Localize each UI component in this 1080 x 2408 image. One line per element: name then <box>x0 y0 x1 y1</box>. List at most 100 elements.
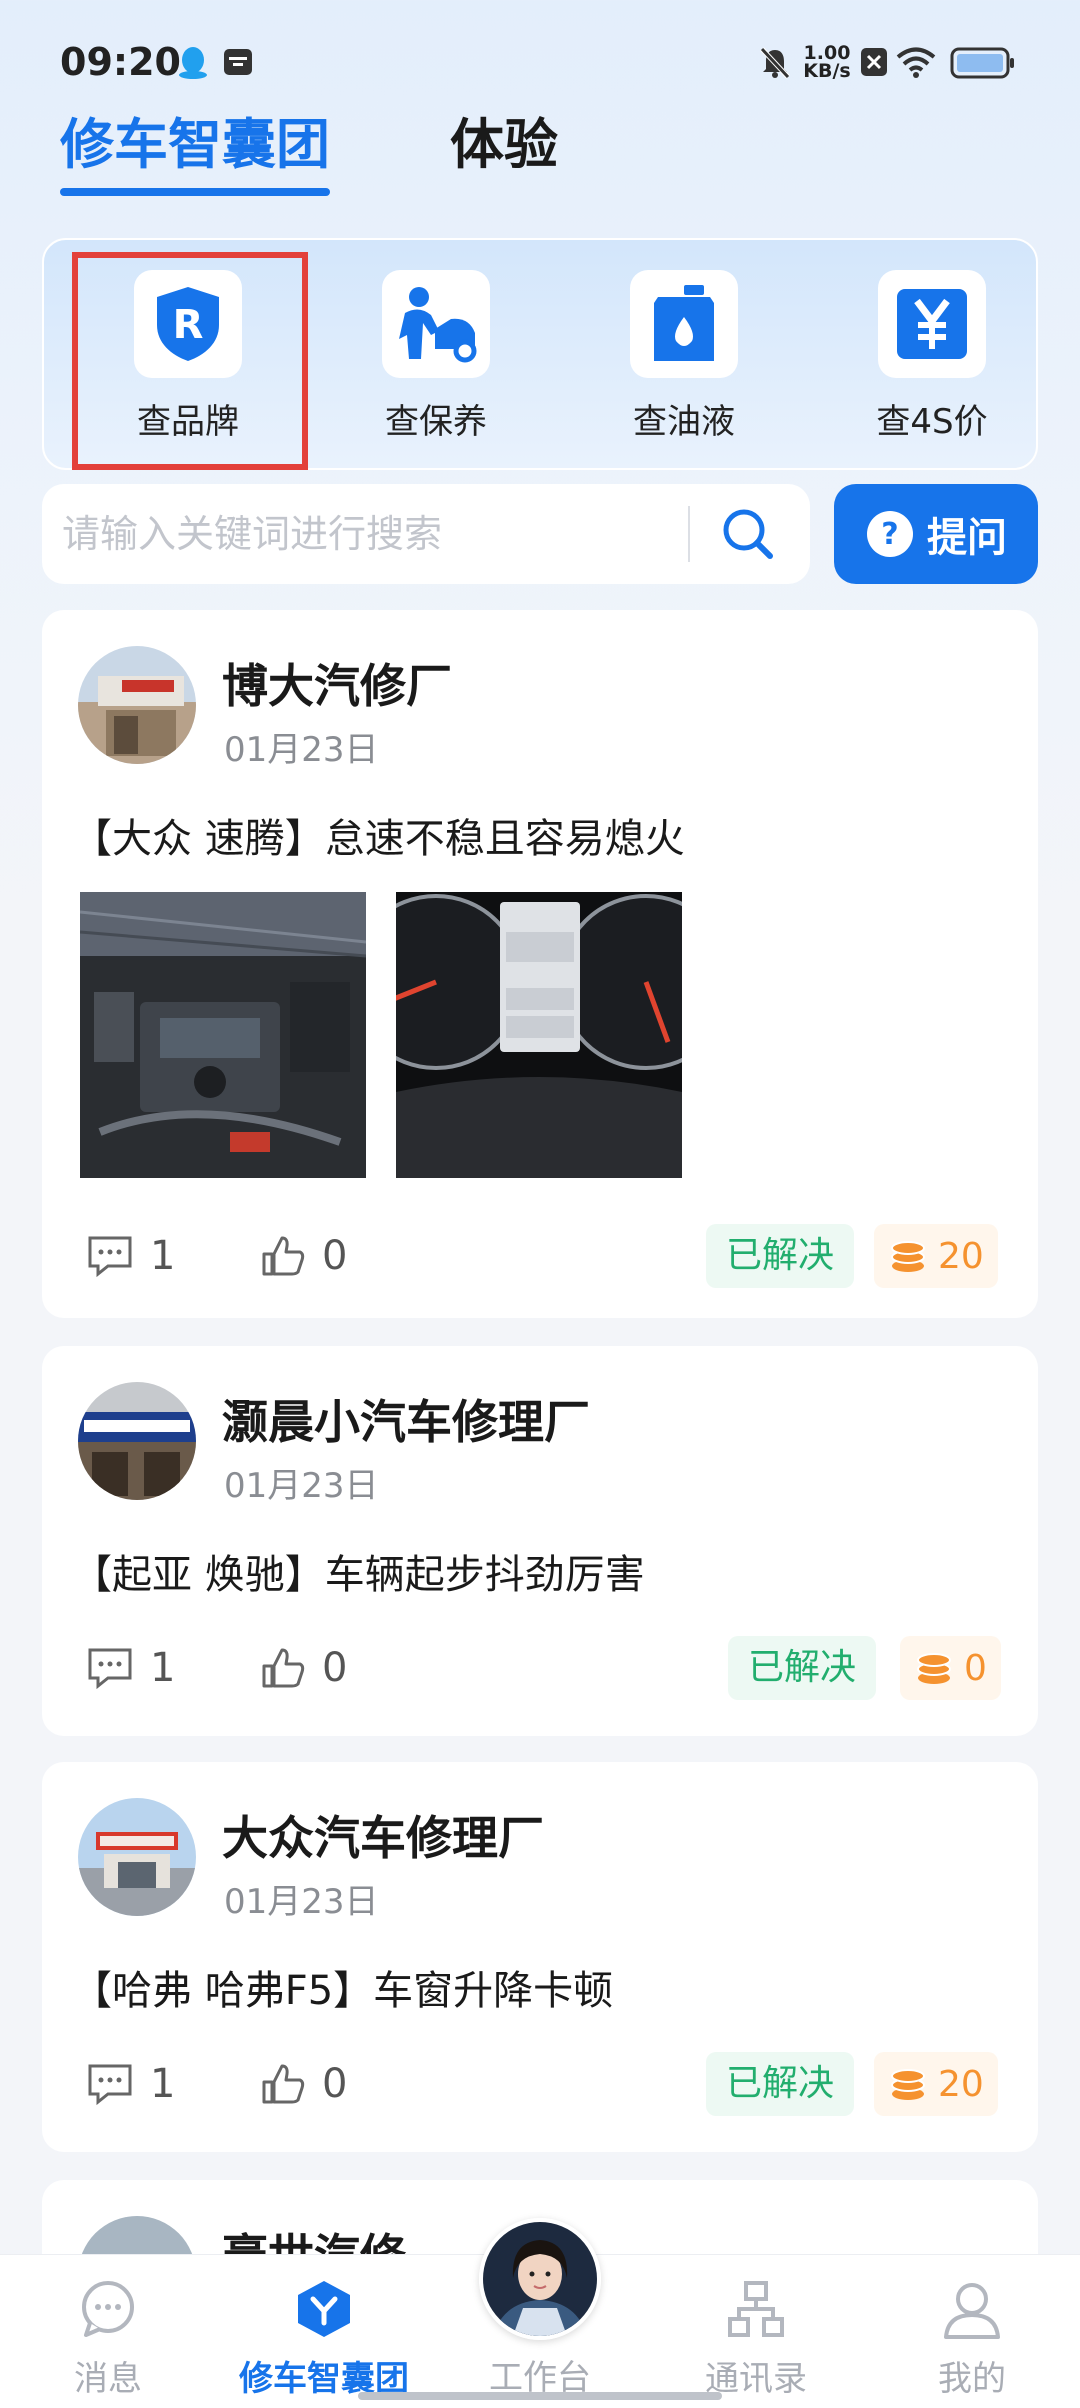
think-tank-icon <box>298 2281 350 2337</box>
quick-tool-maintenance[interactable]: 查保养 <box>356 270 516 450</box>
comment-count: 1 <box>150 1645 176 1691</box>
quick-tool-label: 查油液 <box>633 402 735 442</box>
shop-avatar <box>78 1798 196 1916</box>
dashboard-photo[interactable] <box>396 892 682 1178</box>
coins-icon <box>891 2069 925 2100</box>
status-badge: 已解决 <box>728 1636 877 1700</box>
net-speed-unit: KB/s <box>803 60 851 82</box>
battery-icon <box>950 47 1014 79</box>
comment-button[interactable]: 1 <box>86 2052 175 2116</box>
like-count: 0 <box>322 2061 348 2107</box>
quick-tool-4s-price[interactable]: 查4S价 <box>852 270 1012 450</box>
nav-messages[interactable]: 消息 <box>18 2255 198 2408</box>
question-icon: ? <box>867 511 913 557</box>
thumbs-up-icon <box>262 2064 305 2104</box>
coins-icon <box>917 1653 951 1684</box>
search-icon[interactable] <box>718 504 778 564</box>
nav-think-tank[interactable]: 修车智囊团 <box>234 2255 414 2408</box>
shop-name: 大众汽车修理厂 <box>222 1811 544 1865</box>
coins-icon <box>891 1241 925 1272</box>
post-date: 01月23日 <box>224 1466 379 1506</box>
coin-count: 20 <box>938 2063 984 2105</box>
svg-text:R: R <box>173 302 204 348</box>
engine-bay-photo[interactable] <box>80 892 366 1178</box>
org-chart-icon <box>728 2281 784 2337</box>
coin-badge: 0 <box>900 1636 1001 1700</box>
comment-button[interactable]: 1 <box>86 1224 175 1288</box>
like-button[interactable]: 0 <box>260 1636 347 1700</box>
post-title: 【哈弗 哈弗F5】车窗升降卡顿 <box>72 1968 614 2014</box>
maintenance-icon <box>399 287 477 363</box>
post-date: 01月23日 <box>224 1882 379 1922</box>
brand-shield-icon: R <box>157 287 219 361</box>
tab-experience[interactable]: 体验 <box>450 100 558 179</box>
status-time: 09:20 <box>60 40 181 84</box>
nav-label: 我的 <box>938 2359 1006 2399</box>
quick-tool-label: 查4S价 <box>876 402 988 442</box>
message-icon <box>82 2281 134 2337</box>
home-indicator[interactable] <box>358 2392 722 2400</box>
active-tab-indicator <box>60 188 330 196</box>
coin-badge: 20 <box>874 1224 998 1288</box>
coin-badge: 20 <box>874 2052 998 2116</box>
wifi-icon <box>896 47 936 78</box>
thumbs-up-icon <box>262 1648 305 1688</box>
nav-profile[interactable]: 我的 <box>882 2255 1062 2408</box>
shop-avatar <box>78 646 196 764</box>
shop-name: 灏晨小汽车修理厂 <box>222 1395 590 1449</box>
shop-avatar <box>78 1382 196 1500</box>
quick-tool-brand[interactable]: R 查品牌 <box>108 270 268 450</box>
comment-icon <box>88 1648 132 1690</box>
quick-tool-label: 查品牌 <box>137 402 239 442</box>
like-button[interactable]: 0 <box>260 1224 347 1288</box>
post-card[interactable]: 大众汽车修理厂 01月23日 【哈弗 哈弗F5】车窗升降卡顿 1 0 已解决 2… <box>42 1762 1038 2152</box>
like-count: 0 <box>322 1645 348 1691</box>
search-divider <box>688 506 690 562</box>
yen-price-icon <box>897 289 967 359</box>
post-title: 【起亚 焕驰】车辆起步抖劲厉害 <box>72 1552 645 1598</box>
post-title: 【大众 速腾】怠速不稳且容易熄火 <box>72 816 685 862</box>
post-footer: 1 0 已解决 20 <box>42 1224 1038 1288</box>
quick-tool-oil[interactable]: 查油液 <box>604 270 764 450</box>
nav-label: 消息 <box>74 2359 142 2399</box>
nav-contacts[interactable]: 通讯录 <box>666 2255 846 2408</box>
like-count: 0 <box>322 1233 348 1279</box>
like-button[interactable]: 0 <box>260 2052 347 2116</box>
store-icon <box>224 49 252 75</box>
user-icon <box>944 2283 1000 2339</box>
brand-icon-box: R <box>134 270 242 378</box>
qq-icon <box>179 47 207 79</box>
mute-bell-icon <box>760 47 790 79</box>
comment-count: 1 <box>150 1233 176 1279</box>
svg-text:?: ? <box>881 517 898 552</box>
post-card[interactable]: 灏晨小汽车修理厂 01月23日 【起亚 焕驰】车辆起步抖劲厉害 1 0 已解决 … <box>42 1346 1038 1736</box>
comment-button[interactable]: 1 <box>86 1636 175 1700</box>
search-input[interactable] <box>62 484 702 584</box>
status-badge: 已解决 <box>706 1224 855 1288</box>
oil-can-icon <box>654 285 714 361</box>
search-box <box>42 484 810 584</box>
maintenance-icon-box <box>382 270 490 378</box>
post-date: 01月23日 <box>224 730 379 770</box>
ask-button[interactable]: ? 提问 <box>834 484 1038 584</box>
close-box-icon <box>861 48 887 76</box>
thumbs-up-icon <box>262 1236 305 1276</box>
tab-think-tank[interactable]: 修车智囊团 <box>60 100 330 179</box>
post-card[interactable]: 博大汽修厂 01月23日 【大众 速腾】怠速不稳且容易熄火 1 0 已解决 20 <box>42 610 1038 1318</box>
comment-icon <box>88 2064 132 2106</box>
oil-icon-box <box>630 270 738 378</box>
comment-count: 1 <box>150 2061 176 2107</box>
assistant-avatar[interactable] <box>479 2218 601 2340</box>
post-footer: 1 0 已解决 0 <box>42 1636 1038 1700</box>
quick-tools-card: R 查品牌 查保养 查油液 查4S价 <box>42 238 1038 470</box>
price-icon-box <box>878 270 986 378</box>
coin-count: 20 <box>938 1235 984 1277</box>
ask-label: 提问 <box>927 515 1007 561</box>
net-speed: 1.00 KB/s <box>802 44 852 82</box>
coin-count: 0 <box>964 1647 987 1689</box>
shop-name: 博大汽修厂 <box>222 659 452 713</box>
quick-tool-label: 查保养 <box>385 402 487 442</box>
post-footer: 1 0 已解决 20 <box>42 2052 1038 2116</box>
status-badge: 已解决 <box>706 2052 855 2116</box>
comment-icon <box>88 1236 132 1278</box>
